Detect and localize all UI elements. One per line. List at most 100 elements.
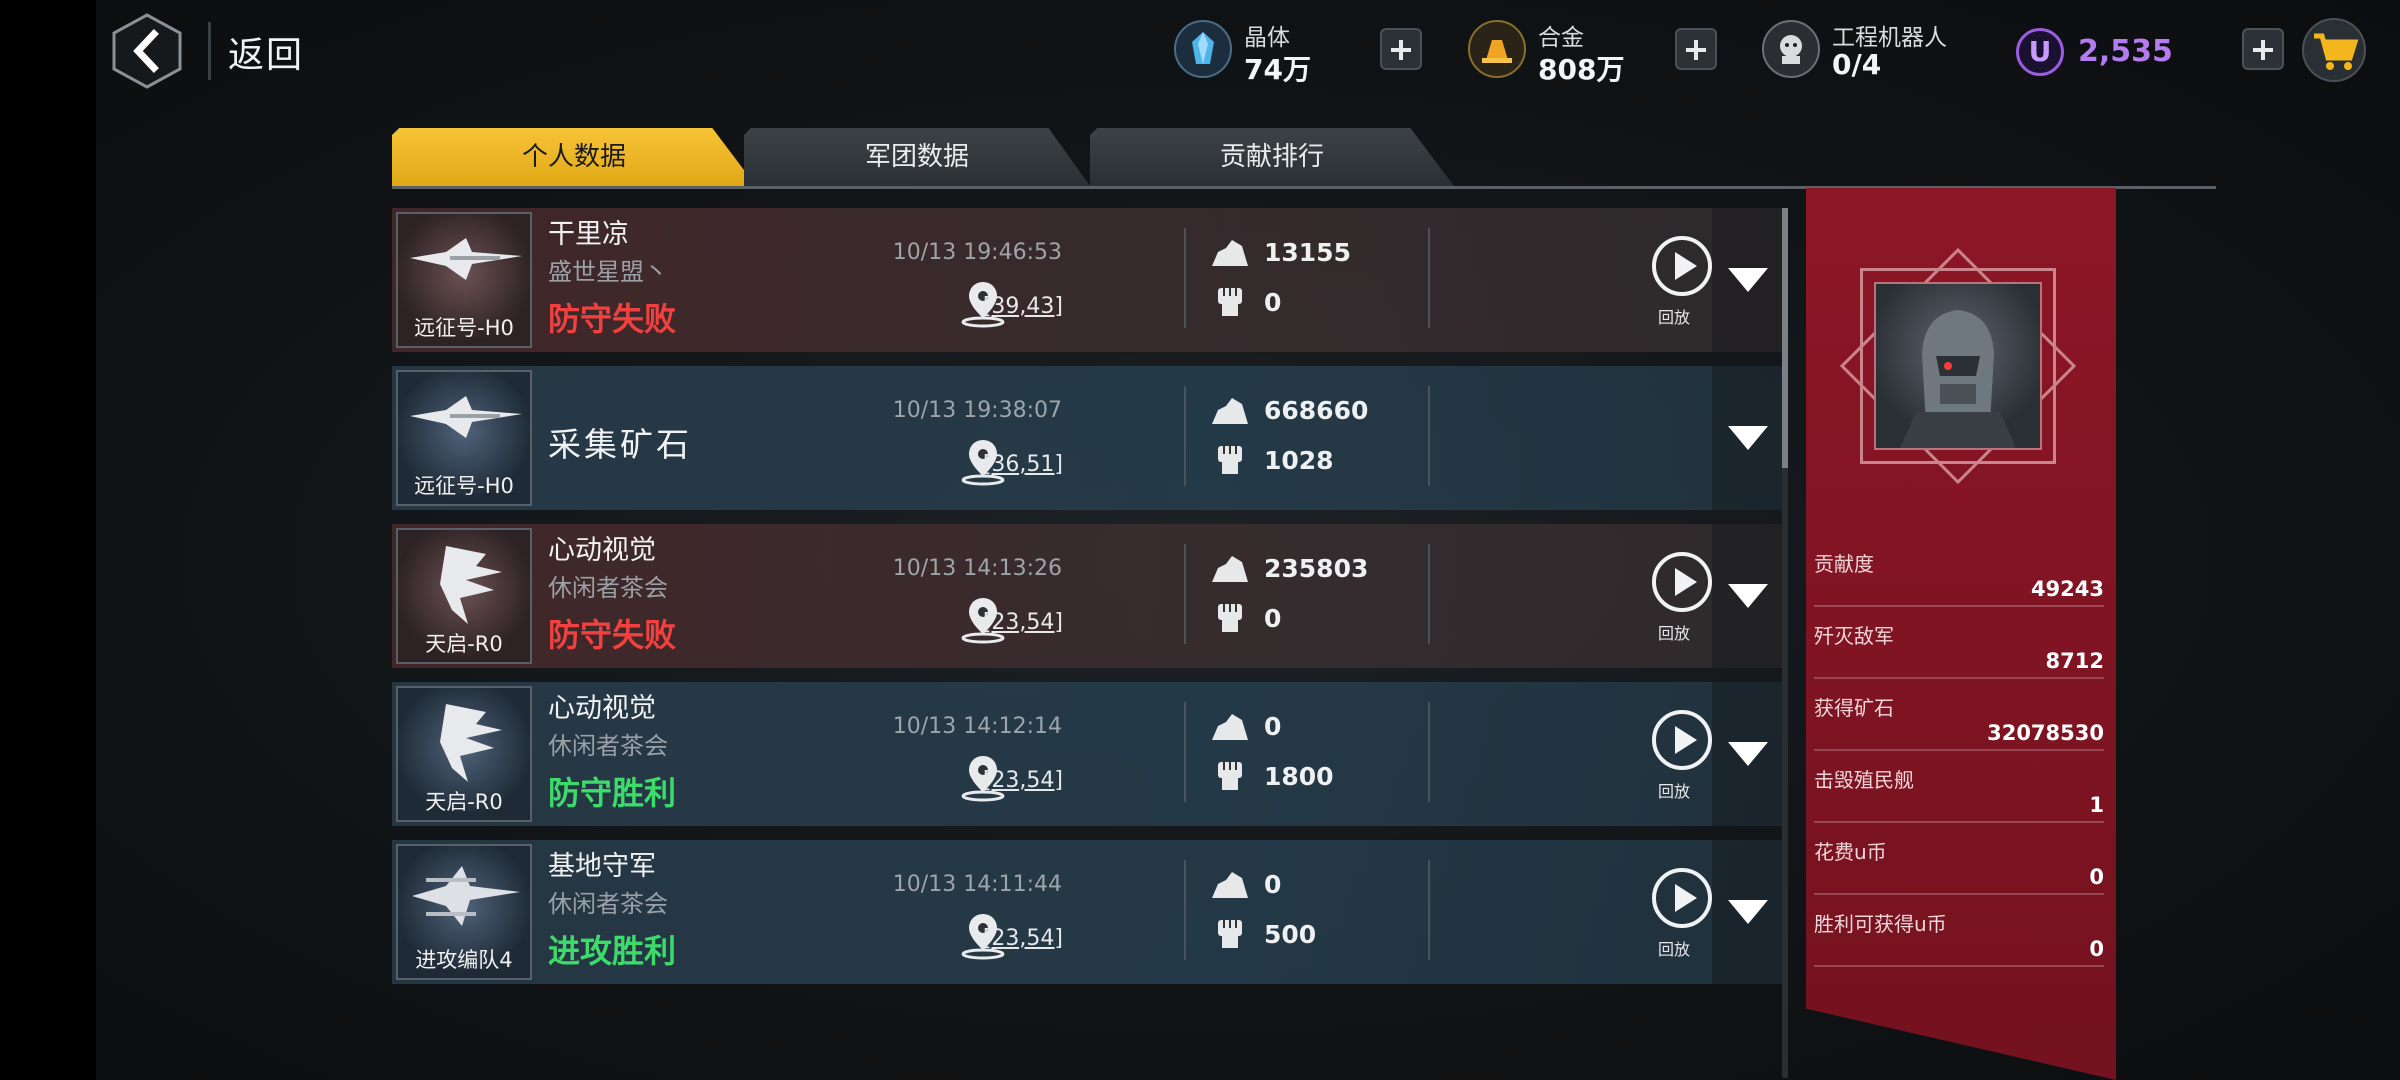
shop-cart-button[interactable] — [2302, 18, 2366, 82]
scrollbar-thumb[interactable] — [1782, 208, 1788, 468]
replay-label[interactable]: 回放 — [1658, 620, 1690, 644]
summary-stat: 花费u币 0 — [1814, 836, 2104, 895]
column-divider — [1428, 386, 1430, 486]
fist-icon — [1218, 920, 1242, 948]
summary-stat-value: 49243 — [1814, 577, 2104, 607]
replay-label[interactable]: 回放 — [1658, 936, 1690, 960]
battle-result: 防守失败 — [548, 300, 677, 338]
fist-icon — [1218, 604, 1242, 632]
ship-icon — [440, 704, 502, 782]
column-divider — [1184, 386, 1186, 486]
location-coordinate[interactable]: [39,43] — [983, 294, 1063, 319]
add-ucoin-button[interactable] — [2242, 28, 2284, 70]
record-row[interactable]: 天启-R0 心动视觉 休闲者茶会 防守失败 10/13 14:13:26 [23… — [392, 524, 1782, 668]
opponent-name: 心动视觉 — [548, 693, 656, 724]
chevron-down-icon — [1728, 268, 1768, 292]
expand-button[interactable] — [1712, 366, 1782, 510]
summary-stat-label: 歼灭敌军 — [1814, 624, 1894, 648]
add-crystal-button[interactable] — [1380, 28, 1422, 70]
kill-count: 1800 — [1264, 762, 1334, 791]
column-divider — [1184, 544, 1186, 644]
column-divider — [1428, 228, 1430, 328]
location-coordinate[interactable]: [23,54] — [983, 926, 1063, 951]
opponent-guild: 盛世星盟丶 — [548, 258, 668, 286]
add-alloy-button[interactable] — [1675, 28, 1717, 70]
chevron-down-icon — [1728, 426, 1768, 450]
fist-icon — [1218, 446, 1242, 474]
ship-thumbnail[interactable]: 天启-R0 — [396, 528, 532, 664]
summary-stat: 获得矿石 32078530 — [1814, 692, 2104, 751]
left-bezel — [0, 0, 96, 1080]
expand-button[interactable] — [1712, 524, 1782, 668]
replay-play-icon[interactable] — [1650, 866, 1714, 930]
battle-log-screen: 返回 晶体 74万 合金 808万 工程机器人 0/4 U 2,535 个人数据… — [96, 0, 2400, 1080]
column-divider — [1184, 702, 1186, 802]
record-time: 10/13 14:12:14 — [892, 714, 1062, 739]
column-divider — [1184, 228, 1186, 328]
ship-thumbnail[interactable]: 远征号-H0 — [396, 370, 532, 506]
tab-personal-data[interactable]: 个人数据 — [392, 128, 756, 186]
location-coordinate[interactable]: [23,54] — [983, 610, 1063, 635]
summary-stat-label: 花费u币 — [1814, 840, 1887, 864]
alloy-name: 合金 — [1538, 25, 1584, 51]
summary-stat-label: 获得矿石 — [1814, 696, 1894, 720]
ship-name: 远征号-H0 — [414, 316, 514, 340]
record-row[interactable]: 远征号-H0 采集矿石 10/13 19:38:07 [36,51] 66866… — [392, 366, 1782, 510]
chevron-down-icon — [1728, 742, 1768, 766]
record-time: 10/13 14:13:26 — [892, 556, 1062, 581]
expand-button[interactable] — [1712, 840, 1782, 984]
ship-name: 进攻编队4 — [415, 948, 513, 972]
column-divider — [1428, 860, 1430, 960]
ship-thumbnail[interactable]: 天启-R0 — [396, 686, 532, 822]
robot-icon — [1762, 20, 1820, 78]
location-coordinate[interactable]: [36,51] — [983, 452, 1063, 477]
opponent-guild: 休闲者茶会 — [548, 574, 668, 602]
battle-result: 防守失败 — [548, 616, 677, 654]
summary-stat-value: 0 — [1814, 865, 2104, 895]
record-time: 10/13 19:38:07 — [892, 398, 1062, 423]
opponent-name: 干里凉 — [548, 219, 629, 250]
battle-result: 进攻胜利 — [548, 932, 677, 970]
ship-name: 天启-R0 — [425, 790, 503, 814]
summary-stat-value: 8712 — [1814, 649, 2104, 679]
ucoin-value: 2,535 — [2078, 34, 2173, 69]
location-coordinate[interactable]: [23,54] — [983, 768, 1063, 793]
opponent-name: 心动视觉 — [548, 535, 656, 566]
crystal-name: 晶体 — [1244, 25, 1290, 51]
back-label[interactable]: 返回 — [228, 26, 304, 78]
back-button[interactable] — [108, 12, 186, 90]
replay-play-icon[interactable] — [1650, 550, 1714, 614]
alloy-icon — [1468, 20, 1526, 78]
cart-icon — [2314, 33, 2359, 70]
summary-stat: 贡献度 49243 — [1814, 548, 2104, 607]
chevron-down-icon — [1728, 584, 1768, 608]
record-row[interactable]: 远征号-H0 干里凉 盛世星盟丶 防守失败 10/13 19:46:53 [39… — [392, 208, 1782, 352]
summary-stat-label: 击毁殖民舰 — [1814, 768, 1914, 792]
summary-stat-label: 胜利可获得u币 — [1814, 912, 1947, 936]
summary-stat-value: 32078530 — [1814, 721, 2104, 751]
robot-commander-icon — [1900, 310, 2016, 448]
commander-avatar[interactable] — [1874, 282, 2042, 450]
tab-contribution-rank[interactable]: 贡献排行 — [1090, 128, 1454, 186]
robot-name: 工程机器人 — [1832, 25, 1947, 51]
record-time: 10/13 19:46:53 — [892, 240, 1062, 265]
chevron-down-icon — [1728, 900, 1768, 924]
replay-play-icon[interactable] — [1650, 708, 1714, 772]
expand-button[interactable] — [1712, 208, 1782, 352]
ship-thumbnail[interactable]: 远征号-H0 — [396, 212, 532, 348]
summary-stat-label: 贡献度 — [1814, 552, 1874, 576]
kill-count: 500 — [1264, 920, 1317, 949]
record-row[interactable]: 进攻编队4 基地守军 休闲者茶会 进攻胜利 10/13 14:11:44 [23… — [392, 840, 1782, 984]
summary-stat-value: 0 — [1814, 937, 2104, 967]
replay-play-icon[interactable] — [1650, 234, 1714, 298]
list-scrollbar[interactable] — [1782, 208, 1788, 1078]
ship-thumbnail[interactable]: 进攻编队4 — [396, 844, 532, 980]
ship-name: 远征号-H0 — [414, 474, 514, 498]
expand-button[interactable] — [1712, 682, 1782, 826]
replay-label[interactable]: 回放 — [1658, 778, 1690, 802]
summary-panel: 贡献度 49243 歼灭敌军 8712 获得矿石 32078530 击毁殖民舰 1 花费… — [1806, 188, 2116, 1080]
tab-legion-data[interactable]: 军团数据 — [744, 128, 1090, 186]
replay-label[interactable]: 回放 — [1658, 304, 1690, 328]
top-bar: 返回 晶体 74万 合金 808万 工程机器人 0/4 U 2,535 — [96, 0, 2400, 100]
record-row[interactable]: 天启-R0 心动视觉 休闲者茶会 防守胜利 10/13 14:12:14 [23… — [392, 682, 1782, 826]
